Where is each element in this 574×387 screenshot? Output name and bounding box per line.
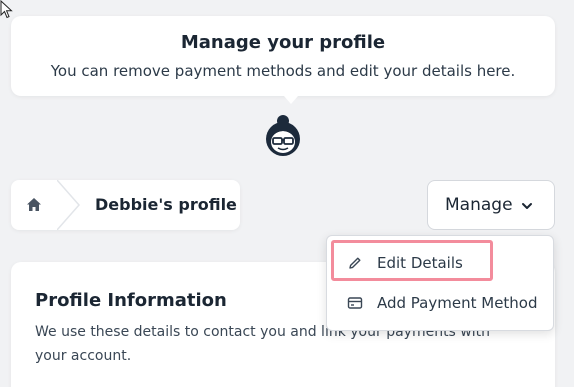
menu-item-label: Add Payment Method xyxy=(377,294,538,312)
breadcrumb: Debbie's profile xyxy=(11,180,240,230)
chevron-down-icon xyxy=(522,203,532,209)
breadcrumb-current: Debbie's profile xyxy=(95,195,237,214)
menu-item-add-payment-method[interactable]: Add Payment Method xyxy=(327,283,553,323)
manage-label: Manage xyxy=(445,195,513,215)
manage-dropdown-button[interactable]: Manage xyxy=(427,180,555,230)
menu-item-label: Edit Details xyxy=(377,254,463,272)
tooltip-title: Manage your profile xyxy=(180,32,386,53)
onboarding-tooltip: Manage your profile You can remove payme… xyxy=(11,16,555,104)
avatar-icon xyxy=(266,115,300,156)
mouse-cursor-icon xyxy=(0,0,13,19)
breadcrumb-separator xyxy=(57,180,80,230)
menu-item-edit-details[interactable]: Edit Details xyxy=(327,243,553,283)
breadcrumb-home[interactable] xyxy=(11,180,57,230)
pencil-icon xyxy=(349,257,361,269)
manage-menu: Edit Details Add Payment Method xyxy=(326,235,554,331)
credit-card-icon xyxy=(347,297,363,309)
home-icon xyxy=(27,198,41,211)
tooltip-subtitle: You can remove payment methods and edit … xyxy=(50,62,516,80)
profile-title: Profile Information xyxy=(35,290,227,311)
